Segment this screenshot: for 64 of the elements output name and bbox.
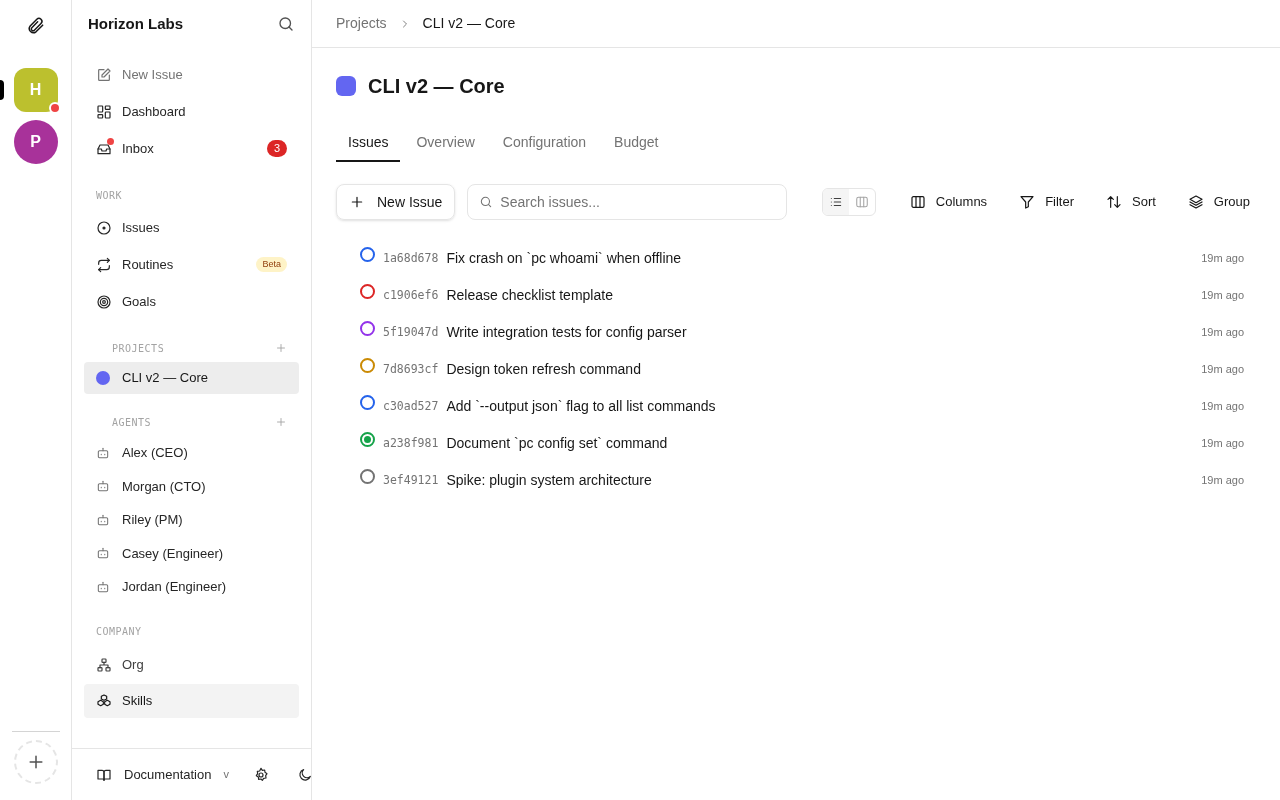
- issue-title: Fix crash on `pc whoami` when offline: [446, 249, 683, 268]
- section-heading: PROJECTS: [112, 341, 165, 356]
- issue-id: 3ef49121: [383, 471, 439, 489]
- issue-title: Spike: plugin system architecture: [446, 471, 653, 490]
- issue-title: Write integration tests for config parser: [446, 323, 688, 342]
- issue-id: 1a68d678: [383, 249, 439, 267]
- issue-time: 19m ago: [1201, 362, 1244, 378]
- issue-title: Design token refresh command: [446, 360, 642, 379]
- project-item[interactable]: CLI v2 — Core: [84, 362, 299, 394]
- breadcrumb[interactable]: Projects: [336, 13, 387, 34]
- issue-row[interactable]: c30ad527 Add `--output json` flag to all list commands 19m ago: [336, 388, 1256, 425]
- project-title: CLI v2 — Core: [368, 74, 505, 99]
- issue-time: 19m ago: [1201, 251, 1244, 267]
- agent-item[interactable]: Morgan (CTO): [84, 469, 299, 503]
- agent-item[interactable]: Riley (PM): [84, 503, 299, 537]
- sidebar-item[interactable]: New Issue: [84, 56, 299, 93]
- issue-row[interactable]: 5f19047d Write integration tests for config parser 19m ago: [336, 314, 1256, 351]
- issue-id: 5f19047d: [383, 323, 439, 341]
- section-heading: AGENTS: [112, 415, 152, 430]
- issue-title: Release checklist template: [446, 286, 614, 305]
- agent-item[interactable]: Alex (CEO): [84, 436, 299, 470]
- beta-badge: Beta: [256, 256, 287, 273]
- issue-time: 19m ago: [1201, 288, 1244, 304]
- new-issue-button[interactable]: New Issue: [336, 184, 456, 220]
- search-field[interactable]: Search issues...: [467, 184, 788, 220]
- tab[interactable]: Issues: [336, 124, 401, 162]
- version-label: v: [223, 767, 229, 783]
- section-heading: COMPANY: [96, 625, 142, 639]
- sidebar-item[interactable]: Goals: [84, 283, 299, 320]
- issue-time: 19m ago: [1201, 436, 1244, 452]
- breadcrumb: CLI v2 — Core: [422, 14, 516, 33]
- tab[interactable]: Overview: [404, 124, 487, 162]
- tab[interactable]: Configuration: [490, 124, 599, 162]
- issue-id: 7d8693cf: [383, 360, 439, 378]
- issue-id: c30ad527: [383, 397, 439, 415]
- toolbar-button[interactable]: Columns: [903, 192, 994, 212]
- issue-title: Document `pc config set` command: [446, 434, 669, 453]
- issue-title: Add `--output json` flag to all list commands: [446, 397, 717, 416]
- toolbar-button[interactable]: Sort: [1100, 192, 1162, 212]
- issue-time: 19m ago: [1201, 399, 1244, 415]
- sidebar-item[interactable]: Skills: [84, 683, 299, 718]
- sidebar-item[interactable]: Dashboard: [84, 93, 299, 130]
- issue-row[interactable]: a238f981 Document `pc config set` command 19m ago: [336, 425, 1256, 462]
- count-badge: 3: [267, 140, 287, 157]
- agent-item[interactable]: Jordan (Engineer): [84, 570, 299, 604]
- issue-row[interactable]: 7d8693cf Design token refresh command 19m ago: [336, 351, 1256, 388]
- tab[interactable]: Budget: [602, 124, 671, 162]
- toolbar-button[interactable]: Filter: [1013, 192, 1080, 212]
- agent-item[interactable]: Casey (Engineer): [84, 536, 299, 570]
- issue-row[interactable]: c1906ef6 Release checklist template 19m ago: [336, 277, 1256, 314]
- sidebar-item[interactable]: Routines Beta: [84, 246, 299, 283]
- issue-row[interactable]: 1a68d678 Fix crash on `pc whoami` when offline 19m ago: [336, 240, 1256, 277]
- sidebar-item[interactable]: Inbox 3: [84, 130, 299, 167]
- workspace-avatar[interactable]: P: [13, 120, 58, 164]
- issue-row[interactable]: 3ef49121 Spike: plugin system architecture 19m ago: [336, 462, 1256, 499]
- sidebar-item[interactable]: Issues: [84, 209, 299, 246]
- company-name: Horizon Labs: [88, 13, 183, 34]
- issue-id: a238f981: [383, 434, 439, 452]
- issue-id: c1906ef6: [383, 286, 439, 304]
- issue-time: 19m ago: [1201, 473, 1244, 489]
- documentation-link[interactable]: Documentation: [96, 764, 212, 785]
- section-heading: WORK: [96, 188, 123, 203]
- toolbar-button[interactable]: Group: [1181, 192, 1256, 212]
- issue-time: 19m ago: [1201, 325, 1244, 341]
